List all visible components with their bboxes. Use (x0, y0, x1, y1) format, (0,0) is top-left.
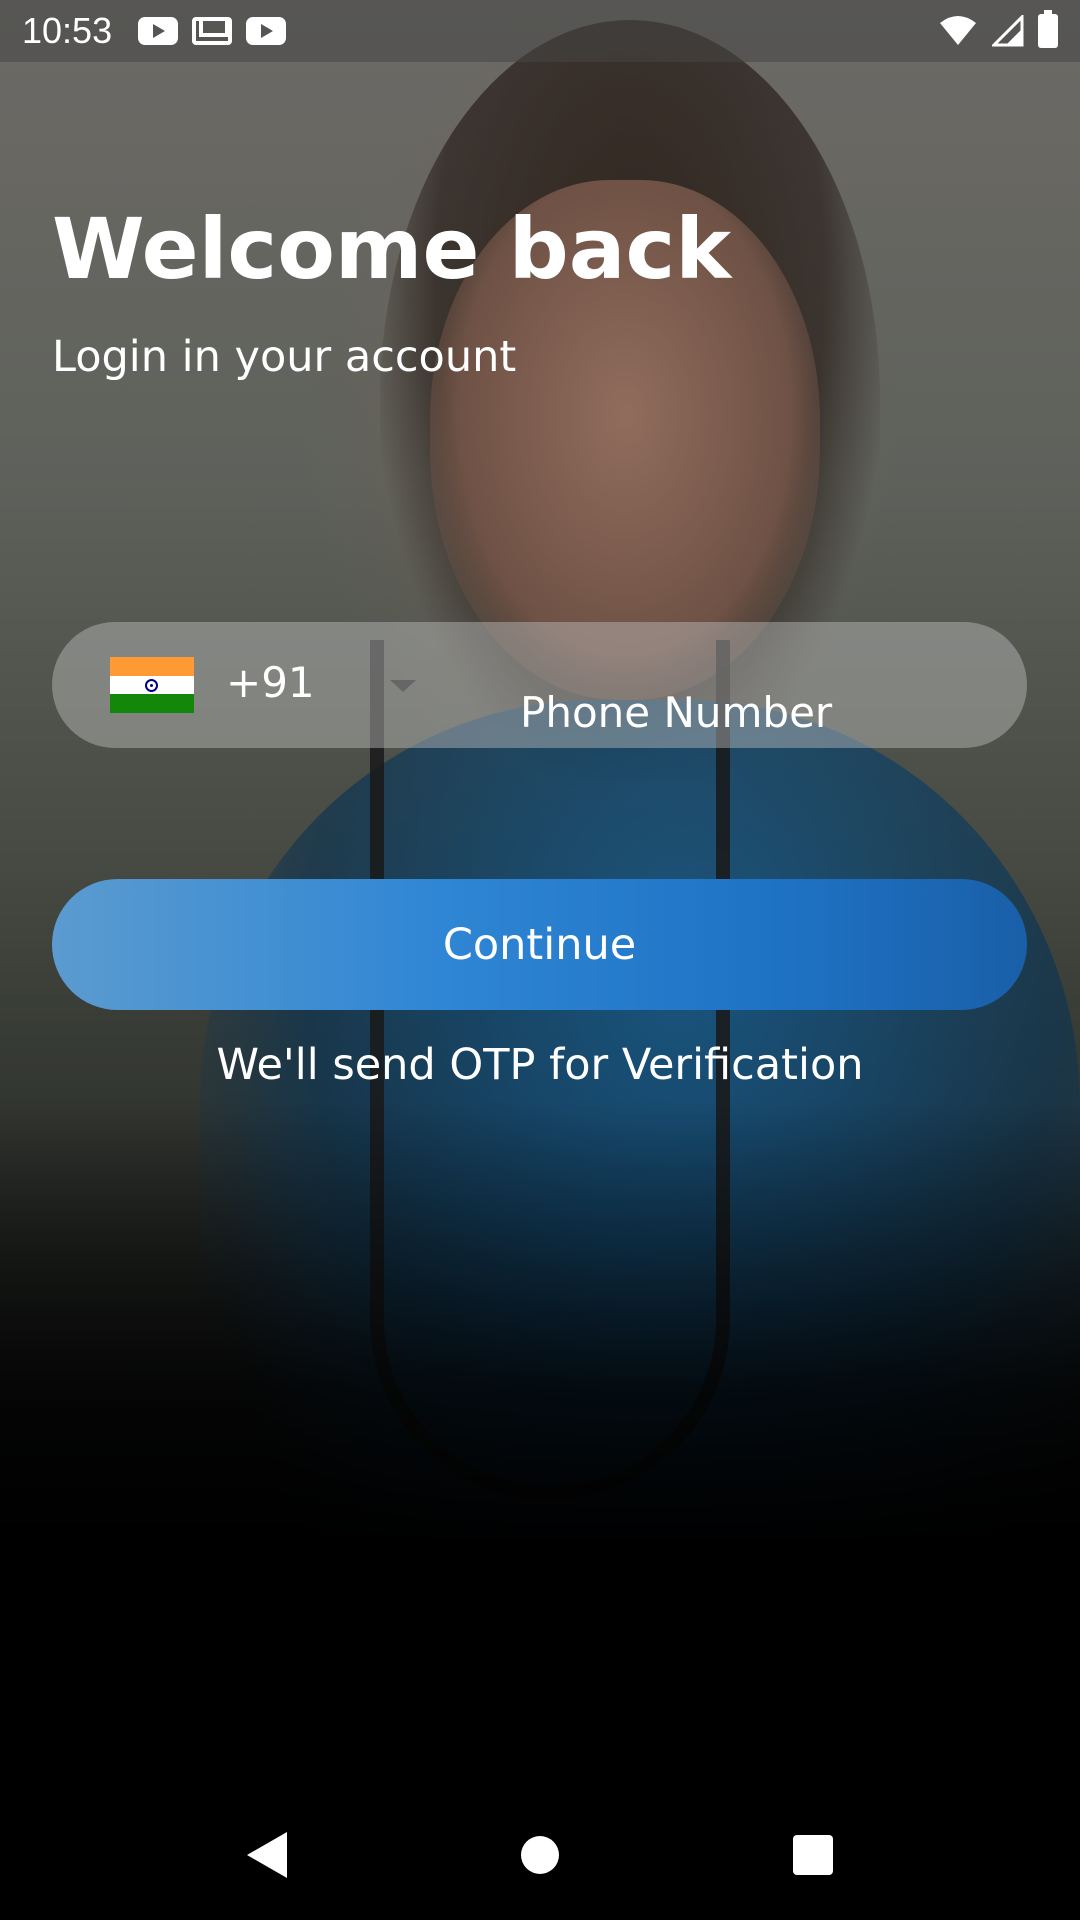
notification-icons (138, 17, 287, 45)
country-code[interactable]: +91 (226, 658, 315, 707)
wifi-icon (940, 16, 976, 45)
status-bar: 10:53 (0, 0, 1080, 62)
chevron-down-icon[interactable] (390, 680, 416, 692)
phone-input-container: +91 (52, 622, 1027, 748)
system-icons (938, 10, 1058, 48)
login-screen: 10:53 Welcome back Login in your account… (0, 0, 1080, 1920)
battery-icon (1038, 10, 1058, 48)
india-flag-icon[interactable] (110, 657, 194, 713)
continue-button[interactable]: Continue (52, 879, 1027, 1010)
youtube-icon (246, 17, 287, 45)
back-icon[interactable] (247, 1832, 287, 1878)
page-title: Welcome back (52, 200, 732, 298)
youtube-icon (138, 17, 179, 45)
home-icon[interactable] (521, 1836, 559, 1874)
phone-number-input[interactable] (520, 688, 1000, 737)
gmail-icon (192, 17, 233, 45)
recents-icon[interactable] (793, 1835, 833, 1875)
status-time: 10:53 (22, 10, 113, 51)
navigation-bar (0, 1790, 1080, 1920)
page-subtitle: Login in your account (52, 332, 517, 382)
otp-note: We'll send OTP for Verification (216, 1040, 864, 1090)
signal-icon (992, 15, 1024, 47)
